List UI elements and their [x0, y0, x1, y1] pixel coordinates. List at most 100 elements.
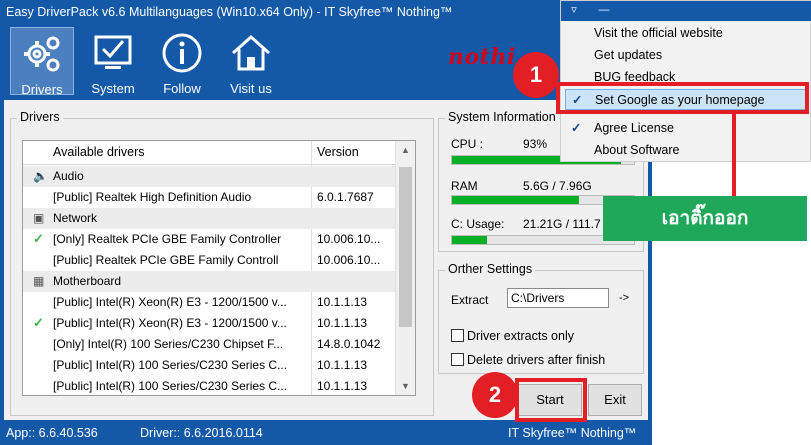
drivers-group-title: Drivers [17, 110, 63, 124]
cpu-value: 93% [523, 137, 548, 151]
driver-row[interactable]: [Public] Intel(R) 100 Series/C230 Series… [23, 376, 395, 395]
disk-value: 21.21G / 111.7 [523, 217, 601, 231]
driver-name: [Public] Realtek PCIe GBE Family Control… [53, 253, 279, 267]
context-menu: ▿ — Visit the official website Get update… [560, 0, 811, 162]
unchecked-mark [33, 189, 47, 205]
extract-label: Extract [451, 293, 489, 307]
unchecked-mark [33, 294, 47, 310]
speaker-icon: 🔈 [33, 169, 48, 183]
toolbar-system-button[interactable]: System [82, 27, 144, 96]
remove-check-callout: เอาติ๊กออก [603, 196, 807, 241]
extract-browse-button[interactable]: -> [619, 292, 629, 304]
step-1-marker: 1 [513, 52, 559, 98]
unchecked-mark [33, 378, 47, 394]
toolbar-system-label: System [91, 81, 135, 96]
highlight-box-google [556, 82, 809, 114]
app-version: App:: 6.6.40.536 [6, 426, 98, 440]
delete-drivers-label: Delete drivers after finish [467, 353, 606, 367]
toolbar-follow-label: Follow [163, 81, 201, 96]
disk-label: C: Usage: [451, 217, 505, 231]
category-name: Network [53, 211, 98, 225]
driver-version: 10.1.1.13 [317, 379, 368, 393]
menu-item-label: Agree License [594, 121, 674, 135]
column-available-drivers[interactable]: Available drivers [53, 145, 144, 159]
list-header: Available drivers Version [23, 141, 395, 165]
driver-name: [Public] Intel(R) 100 Series/C230 Series… [53, 379, 288, 393]
gears-icon [24, 36, 60, 72]
driver-extracts-only-checkbox[interactable]: Driver extracts only [451, 329, 574, 343]
drivers-list[interactable]: Available drivers Version 🔈 Audio [Public]… [22, 140, 416, 396]
driver-name: [Public] Intel(R) Xeon(R) E3 - 1200/1500… [53, 295, 287, 309]
menu-titlebar: ▿ — [561, 1, 811, 21]
column-version[interactable]: Version [317, 145, 359, 159]
list-scrollbar[interactable]: ▲ ▼ [395, 141, 415, 395]
toolbar-visit-button[interactable]: Visit us [220, 27, 282, 96]
scroll-down-arrow-icon[interactable]: ▼ [401, 381, 410, 391]
driver-version: 10.1.1.13 [317, 295, 368, 309]
home-icon [232, 34, 270, 71]
driver-extracts-only-label: Driver extracts only [467, 329, 574, 343]
menu-dropdown-button[interactable]: ▿ [565, 3, 583, 17]
delete-drivers-checkbox[interactable]: Delete drivers after finish [451, 353, 605, 367]
driver-version: 10.1.1.13 [317, 316, 368, 330]
exit-button[interactable]: Exit [588, 384, 642, 416]
checkbox-box[interactable] [451, 353, 464, 366]
driver-name: [Public] Intel(R) Xeon(R) E3 - 1200/1500… [53, 316, 287, 330]
driver-row[interactable]: [Public] Realtek PCIe GBE Family Control… [23, 250, 395, 271]
category-row[interactable]: 🔈 Audio [23, 166, 395, 187]
toolbar-visit-label: Visit us [230, 81, 272, 96]
menu-item[interactable]: Get updates [565, 45, 808, 66]
status-bar: App:: 6.6.40.536 Driver:: 6.6.2016.0114 … [0, 422, 652, 445]
driver-row[interactable]: [Only] Intel(R) 100 Series/C230 Chipset … [23, 334, 395, 355]
driver-version: 14.8.0.1042 [317, 337, 381, 351]
other-settings-title: Orther Settings [445, 262, 536, 276]
check-icon: ✓ [33, 315, 44, 330]
category-row[interactable]: ▣ Network [23, 208, 395, 229]
driver-row[interactable]: ✓ [Public] Intel(R) Xeon(R) E3 - 1200/150… [23, 313, 395, 334]
driver-version: 10.1.1.13 [317, 358, 368, 372]
driver-row[interactable]: [Public] Intel(R) 100 Series/C230 Series… [23, 355, 395, 376]
other-settings-group: Orther Settings Extract -> Driver extrac… [438, 262, 644, 374]
ram-label: RAM [451, 179, 478, 193]
driver-name: [Public] Realtek High Definition Audio [53, 190, 252, 204]
driver-version: 6.0.1.7687 [317, 190, 374, 204]
highlight-box-start [515, 378, 587, 422]
network-icon: ▣ [33, 211, 45, 225]
unchecked-mark [33, 252, 47, 268]
menu-item[interactable]: ✓ Agree License [565, 118, 808, 139]
check-icon: ✓ [571, 121, 582, 135]
category-name: Audio [53, 169, 84, 183]
menu-item[interactable]: About Software [565, 140, 808, 161]
scroll-thumb[interactable] [399, 167, 412, 327]
driver-row[interactable]: [Public] Intel(R) Xeon(R) E3 - 1200/1500… [23, 292, 395, 313]
driver-name: [Only] Realtek PCIe GBE Family Controlle… [53, 232, 282, 246]
info-icon [162, 33, 202, 73]
main-panel: Drivers Available drivers Version 🔈 Audio… [4, 100, 648, 420]
status-brand: IT Skyfree™ Nothing™ [508, 426, 637, 440]
ram-progress-fill [452, 196, 580, 204]
unchecked-mark [33, 357, 47, 373]
checkbox-box[interactable] [451, 329, 464, 342]
menu-item-label: About Software [594, 143, 680, 157]
window-title: Easy DriverPack v6.6 Multilanguages (Win… [6, 5, 453, 19]
cpu-label: CPU : [451, 137, 484, 151]
driver-name: [Public] Intel(R) 100 Series/C230 Series… [53, 358, 288, 372]
category-name: Motherboard [53, 274, 122, 288]
scroll-up-arrow-icon[interactable]: ▲ [401, 145, 410, 155]
menu-item-label: Visit the official website [594, 26, 723, 40]
callout-connector-line [732, 114, 736, 198]
unchecked-mark [33, 336, 47, 352]
menu-item[interactable]: Visit the official website [565, 23, 808, 44]
system-info-title: System Information [445, 110, 559, 124]
minimize-button[interactable]: — [595, 3, 613, 17]
toolbar-drivers-button[interactable]: Drivers [10, 27, 74, 97]
category-row[interactable]: ▦ Motherboard [23, 271, 395, 292]
toolbar-follow-button[interactable]: Follow [152, 27, 212, 96]
extract-path-input[interactable] [507, 288, 609, 308]
driver-row[interactable]: ✓ [Only] Realtek PCIe GBE Family Controll… [23, 229, 395, 250]
driver-row[interactable]: [Public] Realtek High Definition Audio 6.… [23, 187, 395, 208]
check-icon: ✓ [33, 231, 44, 246]
driver-version: 10.006.10... [317, 232, 381, 246]
monitor-check-icon [94, 35, 132, 69]
disk-progress-fill [452, 236, 487, 244]
